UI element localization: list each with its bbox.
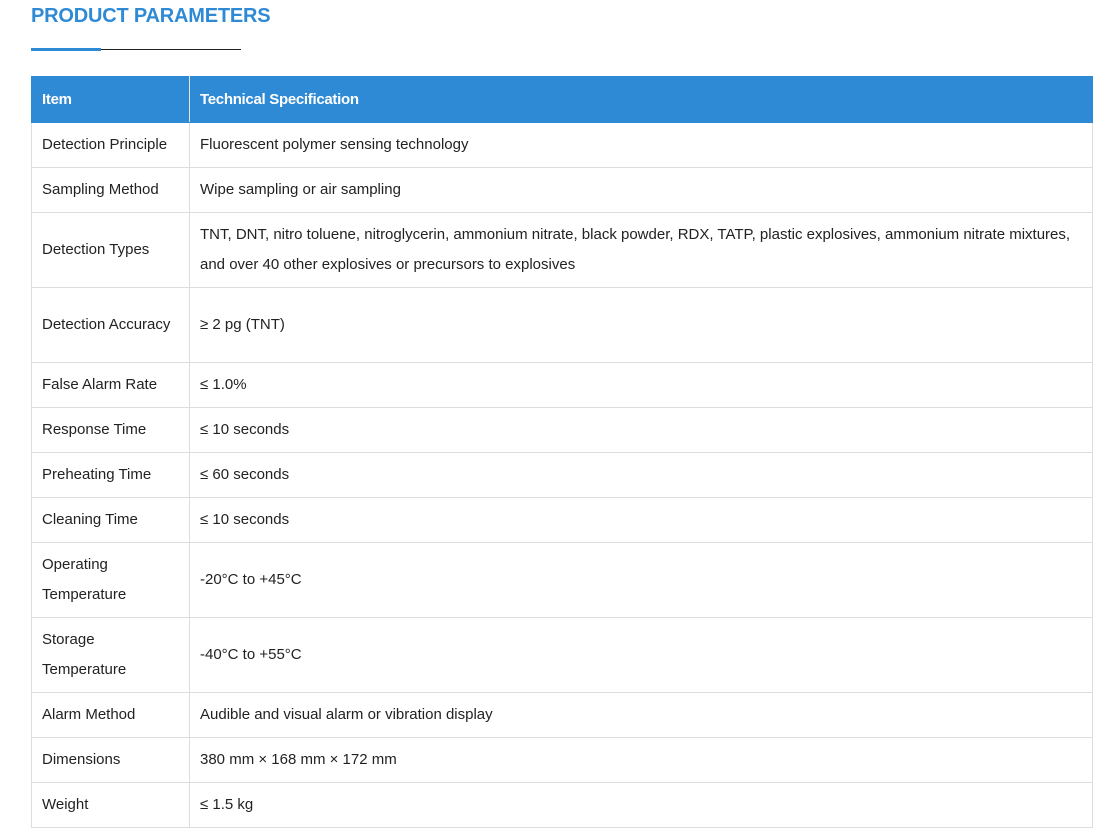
row-spec: Audible and visual alarm or vibration di… [189,692,1093,738]
row-item: Detection Principle [31,122,190,168]
row-item: Detection Accuracy [31,287,190,363]
row-item: Response Time [31,407,190,453]
table-header-row: Item Technical Specification [31,76,1093,123]
product-parameters-section: PRODUCT PARAMETERS Item Technical Specif… [0,0,1108,832]
table-row: Detection Types TNT, DNT, nitro toluene,… [31,212,1093,288]
section-title: PRODUCT PARAMETERS [31,5,271,27]
title-underline-accent [31,48,101,51]
row-item: Preheating Time [31,452,190,498]
table-row: Storage Temperature -40°C to +55°C [31,617,1093,693]
table-row: Preheating Time ≤ 60 seconds [31,452,1093,498]
table-row: Cleaning Time ≤ 10 seconds [31,497,1093,543]
row-item: False Alarm Rate [31,362,190,408]
row-spec: 380 mm × 168 mm × 172 mm [189,737,1093,783]
table-row: Dimensions 380 mm × 168 mm × 172 mm [31,737,1093,783]
row-item: Weight [31,782,190,828]
parameters-table: Item Technical Specification Detection P… [31,76,1093,828]
row-spec: -40°C to +55°C [189,617,1093,693]
row-spec: ≤ 1.5 kg [189,782,1093,828]
row-item: Alarm Method [31,692,190,738]
table-row: Response Time ≤ 10 seconds [31,407,1093,453]
row-spec: ≥ 2 pg (TNT) [189,287,1093,363]
row-item: Sampling Method [31,167,190,213]
table-row: False Alarm Rate ≤ 1.0% [31,362,1093,408]
row-item: Detection Types [31,212,190,288]
row-spec: ≤ 10 seconds [189,497,1093,543]
table-row: Detection Accuracy ≥ 2 pg (TNT) [31,287,1093,363]
row-spec: Wipe sampling or air sampling [189,167,1093,213]
header-technical-specification: Technical Specification [189,76,1093,123]
table-row: Weight ≤ 1.5 kg [31,782,1093,828]
row-spec: ≤ 60 seconds [189,452,1093,498]
row-spec: -20°C to +45°C [189,542,1093,618]
title-underline [31,48,241,51]
row-spec: ≤ 1.0% [189,362,1093,408]
row-spec: Fluorescent polymer sensing technology [189,122,1093,168]
table-row: Sampling Method Wipe sampling or air sam… [31,167,1093,213]
row-item: Operating Temperature [31,542,190,618]
row-spec: ≤ 10 seconds [189,407,1093,453]
row-item: Dimensions [31,737,190,783]
row-item: Cleaning Time [31,497,190,543]
row-item: Storage Temperature [31,617,190,693]
header-item: Item [31,76,190,123]
row-spec: TNT, DNT, nitro toluene, nitroglycerin, … [189,212,1093,288]
table-row: Operating Temperature -20°C to +45°C [31,542,1093,618]
table-row: Alarm Method Audible and visual alarm or… [31,692,1093,738]
table-row: Detection Principle Fluorescent polymer … [31,122,1093,168]
